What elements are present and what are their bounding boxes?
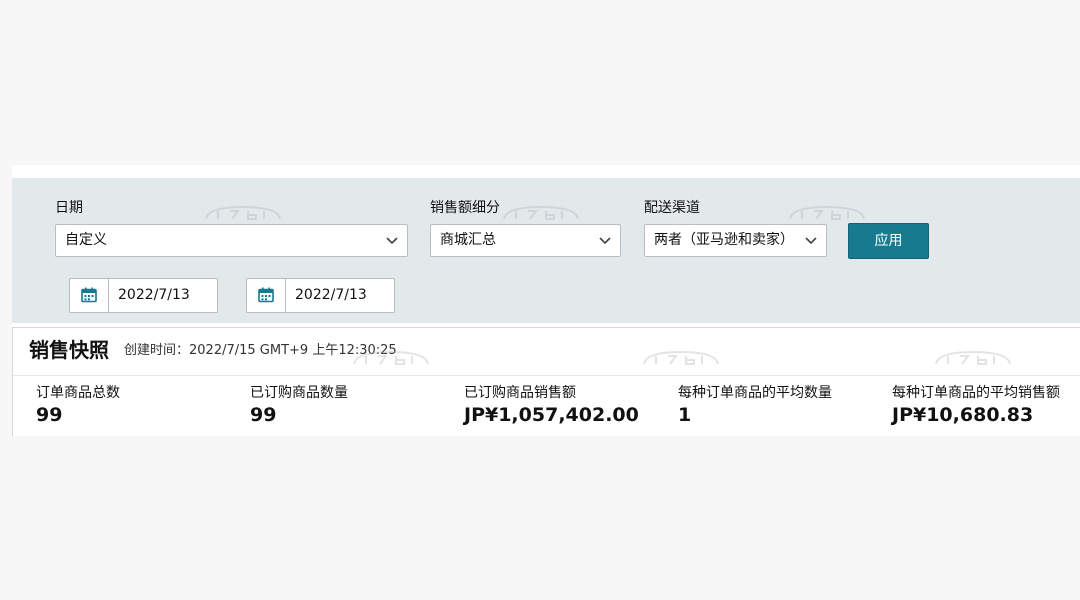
calendar-icon [258, 287, 274, 303]
metric-label: 订单商品总数 [36, 385, 120, 401]
chevron-down-icon [805, 237, 817, 245]
metric-value: 1 [678, 404, 692, 426]
end-date-value: 2022/7/13 [295, 287, 367, 303]
metric-label: 已订购商品销售额 [464, 385, 576, 401]
filter-panel: 日期 自定义 2022/7/13 2022/7/13 销售额细分 商城汇总 配送… [12, 178, 1080, 323]
date-label: 日期 [55, 200, 83, 216]
date-range-select[interactable]: 自定义 [55, 224, 408, 257]
fulfillment-channel-value: 两者（亚马逊和卖家） [654, 232, 794, 248]
metric-label: 每种订单商品的平均数量 [678, 385, 832, 401]
metric-label: 每种订单商品的平均销售额 [892, 385, 1060, 401]
end-date-field[interactable]: 2022/7/13 [246, 278, 395, 313]
calendar-icon [81, 287, 97, 303]
snapshot-created-time: 创建时间：2022/7/15 GMT+9 上午12:30:25 [124, 343, 397, 358]
sales-breakdown-label: 销售额细分 [430, 200, 500, 216]
sales-dashboard-screenshot: 日期 自定义 2022/7/13 2022/7/13 销售额细分 商城汇总 配送… [12, 165, 1080, 436]
end-date-calendar-button[interactable] [247, 279, 286, 312]
snapshot-title: 销售快照 [29, 338, 109, 362]
metric-label: 已订购商品数量 [250, 385, 348, 401]
sales-breakdown-select[interactable]: 商城汇总 [430, 224, 621, 257]
metric-value: 99 [36, 404, 63, 426]
metric-ordered-product-sales: 已订购商品销售额 JP¥1,057,402.00 [464, 385, 639, 426]
chevron-down-icon [386, 237, 398, 245]
metric-avg-sales-per-order-item: 每种订单商品的平均销售额 JP¥10,680.83 [892, 385, 1060, 426]
metric-total-order-items: 订单商品总数 99 [36, 385, 120, 426]
metric-avg-units-per-order-item: 每种订单商品的平均数量 1 [678, 385, 832, 426]
fulfillment-channel-select[interactable]: 两者（亚马逊和卖家） [644, 224, 827, 257]
fulfillment-channel-label: 配送渠道 [644, 200, 700, 216]
start-date-value: 2022/7/13 [118, 287, 190, 303]
chevron-down-icon [599, 237, 611, 245]
apply-button[interactable]: 应用 [848, 223, 929, 259]
start-date-field[interactable]: 2022/7/13 [69, 278, 218, 313]
metric-value: 99 [250, 404, 277, 426]
metric-value: JP¥10,680.83 [892, 404, 1034, 426]
snapshot-divider [13, 375, 1080, 376]
sales-breakdown-value: 商城汇总 [440, 232, 496, 248]
metric-units-ordered: 已订购商品数量 99 [250, 385, 348, 426]
metric-value: JP¥1,057,402.00 [464, 404, 639, 426]
date-range-value: 自定义 [65, 232, 107, 248]
start-date-calendar-button[interactable] [70, 279, 109, 312]
sales-snapshot-panel: 销售快照 创建时间：2022/7/15 GMT+9 上午12:30:25 订单商… [12, 327, 1080, 436]
